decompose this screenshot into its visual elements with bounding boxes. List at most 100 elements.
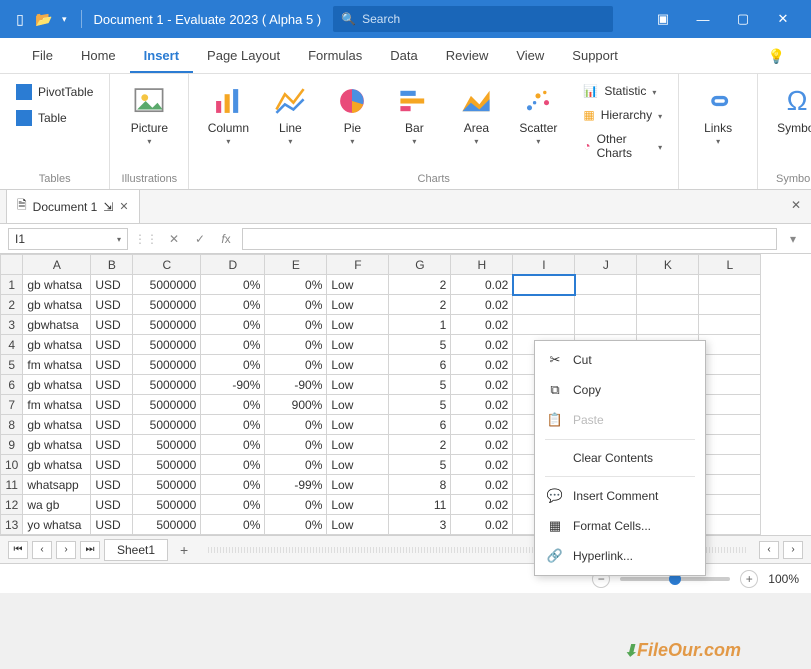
ctx-hyperlink[interactable]: 🔗Hyperlink... bbox=[535, 541, 705, 571]
open-icon[interactable]: 📂 bbox=[32, 11, 56, 28]
cell[interactable]: 0% bbox=[265, 495, 327, 515]
close-all-tabs-button[interactable]: ✕ bbox=[791, 198, 801, 212]
cell[interactable]: 11 bbox=[389, 495, 451, 515]
cell[interactable]: 0.02 bbox=[451, 475, 513, 495]
cell[interactable]: Low bbox=[327, 475, 389, 495]
ctx-copy[interactable]: ⧉Copy bbox=[535, 375, 705, 405]
cell[interactable]: 2 bbox=[389, 275, 451, 295]
cell[interactable]: fm whatsa bbox=[23, 355, 91, 375]
search-input[interactable] bbox=[362, 12, 605, 26]
cell[interactable] bbox=[575, 315, 637, 335]
cell[interactable]: 5 bbox=[389, 375, 451, 395]
cell[interactable]: yo whatsa bbox=[23, 515, 91, 535]
cell[interactable]: 0% bbox=[265, 275, 327, 295]
cell[interactable]: 0.02 bbox=[451, 435, 513, 455]
cell[interactable]: 5000000 bbox=[133, 275, 201, 295]
statistic-chart-button[interactable]: 📊Statistic ▾ bbox=[577, 80, 668, 102]
scroll-right-button[interactable]: › bbox=[783, 541, 803, 559]
cell[interactable]: 500000 bbox=[133, 515, 201, 535]
expand-formula-button[interactable]: ▾ bbox=[783, 232, 803, 246]
cell[interactable]: Low bbox=[327, 495, 389, 515]
cell[interactable]: -90% bbox=[265, 375, 327, 395]
column-header[interactable]: D bbox=[201, 255, 265, 275]
cell[interactable] bbox=[699, 295, 761, 315]
close-button[interactable]: ✕ bbox=[763, 11, 803, 27]
cell[interactable]: 0% bbox=[201, 415, 265, 435]
cell[interactable]: 5000000 bbox=[133, 375, 201, 395]
cell[interactable] bbox=[699, 395, 761, 415]
cell[interactable] bbox=[699, 415, 761, 435]
scroll-left-button[interactable]: ‹ bbox=[759, 541, 779, 559]
document-tab[interactable]: 🗎 Document 1 ⇲ ✕ bbox=[6, 189, 140, 223]
column-header[interactable]: C bbox=[133, 255, 201, 275]
cell[interactable]: 5000000 bbox=[133, 295, 201, 315]
cell[interactable]: 8 bbox=[389, 475, 451, 495]
cell[interactable]: 0.02 bbox=[451, 455, 513, 475]
hierarchy-chart-button[interactable]: ▦Hierarchy ▾ bbox=[577, 104, 668, 126]
area-chart-button[interactable]: Area▾ bbox=[447, 80, 505, 150]
column-header[interactable]: G bbox=[389, 255, 451, 275]
cell[interactable]: 500000 bbox=[133, 475, 201, 495]
cell[interactable] bbox=[699, 355, 761, 375]
ctx-insert-comment[interactable]: 💬Insert Comment bbox=[535, 481, 705, 511]
row-header[interactable]: 9 bbox=[1, 435, 23, 455]
cell[interactable] bbox=[637, 295, 699, 315]
cell[interactable]: 5000000 bbox=[133, 355, 201, 375]
cell[interactable]: USD bbox=[91, 355, 133, 375]
cell[interactable]: USD bbox=[91, 275, 133, 295]
cell[interactable]: 0.02 bbox=[451, 295, 513, 315]
fx-button[interactable]: fx bbox=[216, 232, 236, 246]
cell[interactable]: 3 bbox=[389, 515, 451, 535]
cell[interactable]: gb whatsa bbox=[23, 335, 91, 355]
row-header[interactable]: 12 bbox=[1, 495, 23, 515]
cell[interactable]: Low bbox=[327, 275, 389, 295]
sheet-tab[interactable]: Sheet1 bbox=[104, 539, 168, 561]
cell[interactable]: Low bbox=[327, 355, 389, 375]
close-tab-button[interactable]: ✕ bbox=[119, 200, 128, 213]
cell[interactable]: USD bbox=[91, 415, 133, 435]
column-header[interactable]: H bbox=[451, 255, 513, 275]
cell[interactable]: USD bbox=[91, 435, 133, 455]
name-box[interactable]: I1▾ bbox=[8, 228, 128, 250]
cell[interactable]: gb whatsa bbox=[23, 435, 91, 455]
cell[interactable]: USD bbox=[91, 455, 133, 475]
cell[interactable]: 500000 bbox=[133, 455, 201, 475]
cell[interactable]: gbwhatsa bbox=[23, 315, 91, 335]
cell[interactable]: 5 bbox=[389, 335, 451, 355]
cell[interactable]: -90% bbox=[201, 375, 265, 395]
cell[interactable]: 2 bbox=[389, 435, 451, 455]
cell[interactable]: 0% bbox=[265, 295, 327, 315]
row-header[interactable]: 5 bbox=[1, 355, 23, 375]
cell[interactable]: Low bbox=[327, 295, 389, 315]
cell[interactable]: Low bbox=[327, 435, 389, 455]
cell[interactable]: 0.02 bbox=[451, 375, 513, 395]
tips-icon[interactable]: 💡 bbox=[760, 40, 793, 73]
cell[interactable]: 1 bbox=[389, 315, 451, 335]
tab-insert[interactable]: Insert bbox=[130, 38, 193, 73]
row-header[interactable]: 10 bbox=[1, 455, 23, 475]
cell[interactable]: 5 bbox=[389, 455, 451, 475]
cell[interactable]: gb whatsa bbox=[23, 375, 91, 395]
row-header[interactable]: 4 bbox=[1, 335, 23, 355]
symbol-button[interactable]: ΩSymbol bbox=[768, 80, 811, 139]
cell[interactable]: fm whatsa bbox=[23, 395, 91, 415]
cell[interactable]: 0% bbox=[265, 415, 327, 435]
cell[interactable]: 0% bbox=[265, 335, 327, 355]
column-header[interactable]: B bbox=[91, 255, 133, 275]
row-header[interactable]: 13 bbox=[1, 515, 23, 535]
cell[interactable] bbox=[637, 275, 699, 295]
cell[interactable]: USD bbox=[91, 495, 133, 515]
cell[interactable]: 0.02 bbox=[451, 515, 513, 535]
chevron-down-icon[interactable]: ▾ bbox=[117, 235, 121, 244]
column-header[interactable]: L bbox=[699, 255, 761, 275]
tab-review[interactable]: Review bbox=[432, 38, 503, 73]
cell[interactable]: 0% bbox=[201, 355, 265, 375]
ctx-cut[interactable]: ✂Cut bbox=[535, 345, 705, 375]
cell[interactable] bbox=[699, 495, 761, 515]
bar-chart-button[interactable]: Bar▾ bbox=[385, 80, 443, 150]
cell[interactable]: whatsapp bbox=[23, 475, 91, 495]
first-sheet-button[interactable]: ⏮ bbox=[8, 541, 28, 559]
cell[interactable]: gb whatsa bbox=[23, 455, 91, 475]
other-charts-button[interactable]: ◔Other Charts ▾ bbox=[577, 128, 668, 164]
row-header[interactable]: 3 bbox=[1, 315, 23, 335]
